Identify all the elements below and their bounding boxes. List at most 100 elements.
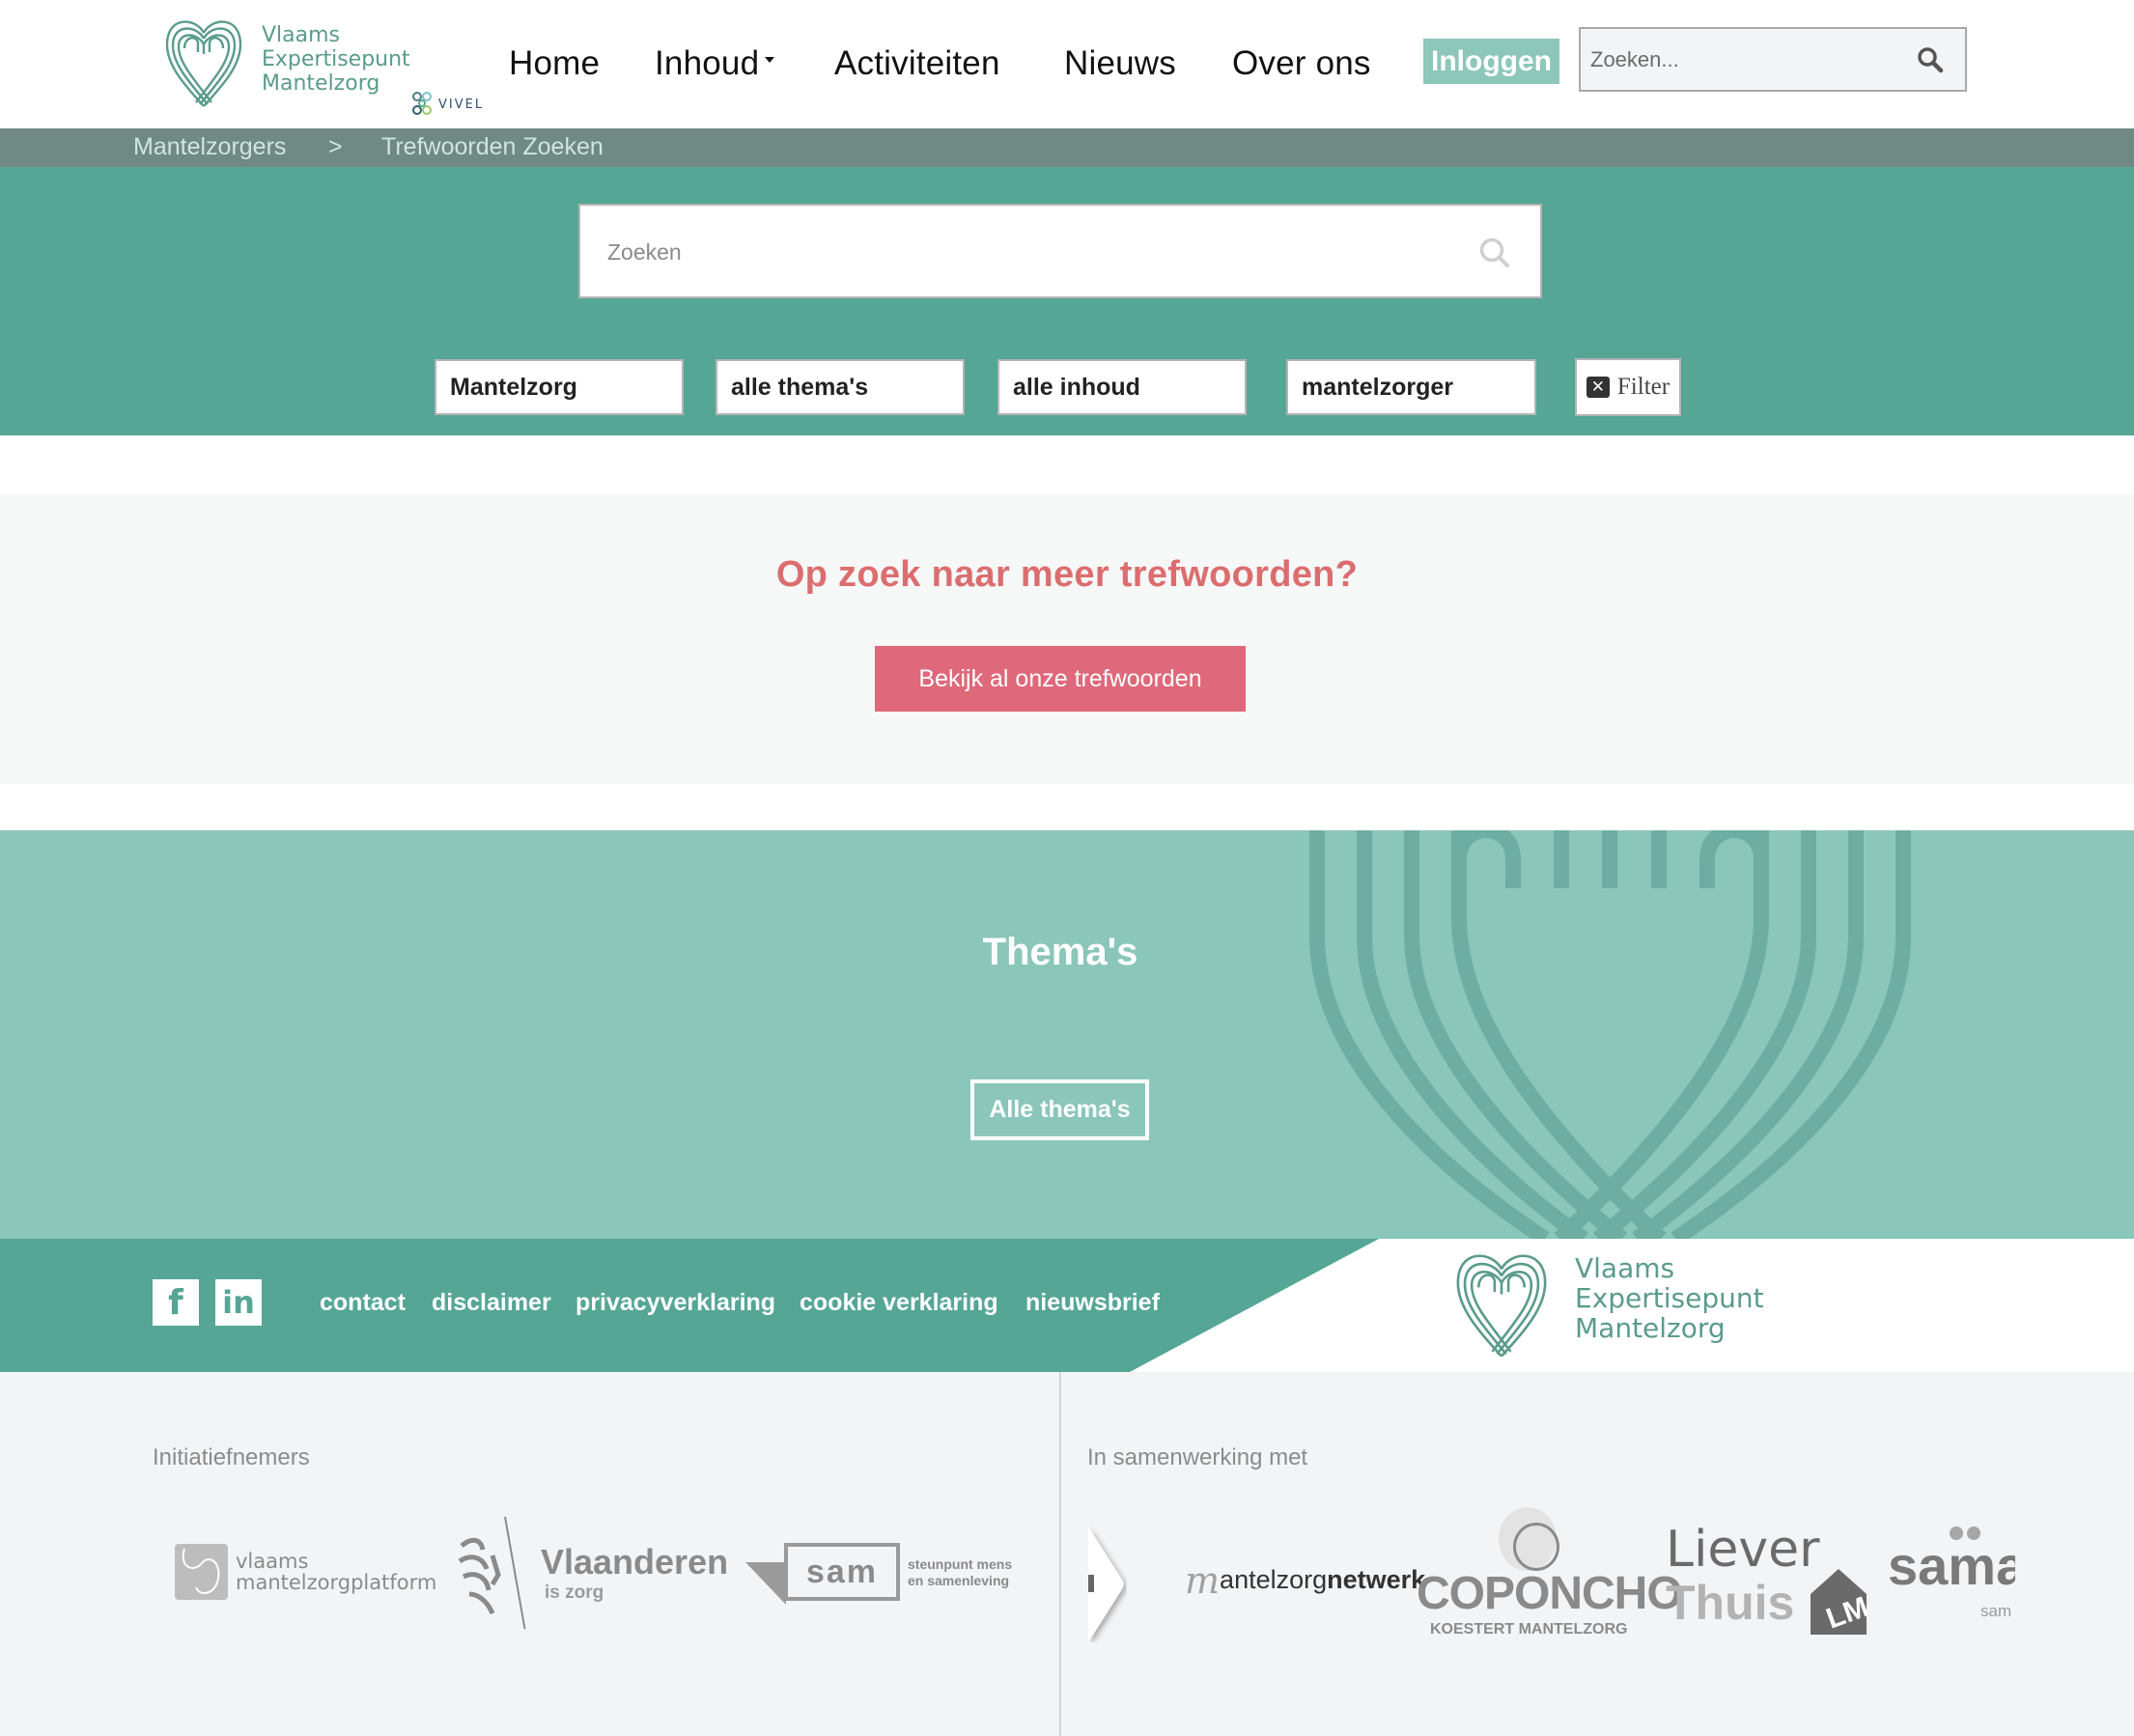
partner-logo-vlaanderen[interactable]: Vlaanderen is zorg [454,1516,728,1633]
mzn-part-1: antelzorg [1220,1565,1328,1594]
header-search [1579,27,1967,92]
liever-label: Liever [1666,1521,1820,1579]
footer-link-privacy[interactable]: privacyverklaring [576,1289,775,1317]
breadcrumb: Mantelzorgers > Trefwoorden Zoeken [0,128,2134,167]
partner-logo-sama[interactable]: sama sam [1888,1526,2015,1633]
vmp-line-2: mantelzorgplatform [236,1571,437,1594]
partners-section: Initiatiefnemers vlaams mantelzorgplatfo… [0,1372,2134,1736]
caret-down-icon [765,56,775,63]
collaborators-label: In samenwerking met [1087,1444,1308,1470]
reset-filter-label: Filter [1616,374,1671,400]
linkedin-icon: in [222,1284,255,1321]
sama-sublabel: sam [1980,1602,2012,1620]
nav-inhoud[interactable]: Inhoud [655,44,775,83]
footer-link-disclaimer[interactable]: disclaimer [432,1289,551,1317]
header-search-input[interactable] [1590,42,1899,77]
carousel-arrow-icon [1088,1526,1124,1642]
sama-label: sama [1888,1535,2015,1596]
nav-activiteiten[interactable]: Activiteiten [834,44,1000,83]
partner-logo-vlaams-mantelzorgplatform[interactable]: vlaams mantelzorgplatform [175,1544,436,1600]
facebook-icon: f [168,1282,183,1323]
lm-house-icon: LM [1811,1569,1872,1636]
coponcho-circle-icon [1513,1523,1559,1571]
nav-over-ons-label: Over ons [1232,44,1371,82]
logo-link[interactable] [163,15,244,113]
filter-doelgroep-select[interactable]: Mantelzorg [435,359,684,415]
sam-line-2: steunpunt mens [908,1556,1013,1572]
filter-trefwoord-value: mantelzorger [1302,373,1453,401]
thuis-label: Thuis [1666,1576,1795,1630]
filter-thema-value: alle thema's [731,373,869,401]
nav-nieuws[interactable]: Nieuws [1064,44,1176,83]
nav-nieuws-label: Nieuws [1064,44,1176,82]
footer-logo-line-3: Mantelzorg [1575,1312,1726,1344]
footer-link-cookies[interactable]: cookie verklaring [800,1289,998,1317]
search-section: Mantelzorg alle thema's alle inhoud mant… [0,167,2134,435]
more-keywords-heading: Op zoek naar meer trefwoorden? [775,554,1359,595]
themas-section: Thema's Alle thema's [0,830,2134,1239]
filter-inhoud-value: alle inhoud [1013,373,1140,401]
footer-heart-logo-icon [1456,1254,1547,1358]
all-themas-button[interactable]: Alle thema's [970,1079,1149,1140]
view-all-keywords-button[interactable]: Bekijk al onze trefwoorden [875,646,1246,712]
footer-link-contact[interactable]: contact [320,1289,406,1317]
vmp-emblem-icon [175,1544,228,1600]
footer-link-newsletter[interactable]: nieuwsbrief [1025,1289,1160,1317]
lion-icon [458,1537,501,1615]
close-box-icon: ✕ [1586,377,1610,398]
filter-trefwoord-select[interactable]: mantelzorger [1286,359,1536,415]
breadcrumb-separator: > [328,133,343,160]
heart-logo-icon [165,20,242,107]
footer-logo-line-1: Vlaams [1575,1252,1675,1284]
vivel-label: VIVEL [438,97,485,112]
coponcho-sublabel: KOESTERT MANTELZORG [1430,1621,1628,1638]
nav-over-ons[interactable]: Over ons [1232,44,1371,83]
footer-logo-text: Vlaams Expertisepunt Mantelzorg [1575,1253,1764,1343]
footer: f in contact disclaimer privacyverklarin… [0,1239,2134,1372]
nav-home[interactable]: Home [509,44,600,83]
filter-doelgroep-value: Mantelzorg [450,373,577,401]
keyword-search [578,204,1542,298]
vlaanderen-sublabel: is zorg [545,1582,604,1603]
partner-logo-coponcho[interactable]: COPONCHO KOESTERT MANTELZORG [1417,1507,1683,1642]
vmp-line-1: vlaams [236,1550,309,1573]
initiators-label: Initiatiefnemers [153,1444,310,1470]
logo-line-3: Mantelzorg [262,71,380,96]
coponcho-label: COPONCHO [1417,1568,1683,1619]
sam-label: sam [784,1543,900,1601]
footer-logo-line-2: Expertisepunt [1575,1282,1764,1314]
nav-inhoud-label: Inhoud [655,44,760,82]
themas-heading: Thema's [982,931,1138,973]
carousel-prev-item[interactable] [1088,1526,1127,1642]
linkedin-link[interactable]: in [215,1279,262,1326]
vivel-flower-icon [412,92,432,115]
breadcrumb-item-current: Trefwoorden Zoeken [381,133,604,160]
search-icon[interactable] [1917,46,1944,78]
reset-filter-button[interactable]: ✕ Filter [1575,358,1681,416]
facebook-link[interactable]: f [153,1279,199,1326]
breadcrumb-item-mantelzorgers[interactable]: Mantelzorgers [133,133,286,161]
vlaanderen-label: Vlaanderen [541,1542,729,1582]
vivel-logo: VIVEL [409,89,484,120]
more-keywords-section: Op zoek naar meer trefwoorden? Bekijk al… [0,494,2134,784]
logo-text: Vlaams Expertisepunt Mantelzorg [262,23,410,96]
search-icon[interactable] [1478,237,1511,274]
heart-decoration-icon [1309,830,1911,1239]
partner-logo-mantelzorgnetwerk[interactable]: m antelzorg netwerk [1185,1559,1426,1602]
sam-line-3: en samenleving [908,1573,1010,1588]
nav-activiteiten-label: Activiteiten [834,44,1000,82]
filter-inhoud-select[interactable]: alle inhoud [997,359,1247,415]
mzn-part-2: netwerk [1327,1565,1426,1594]
logo-line-2: Expertisepunt [262,47,410,71]
login-button[interactable]: Inloggen [1423,39,1559,84]
filter-thema-select[interactable]: alle thema's [716,359,965,415]
mzn-script-m: m [1185,1559,1221,1602]
partners-carousel: m antelzorg netwerk COPONCHO KOESTERT MA… [1088,1507,2015,1700]
partner-logo-liever-thuis[interactable]: Liever Thuis LM [1666,1521,1872,1646]
site-header: Vlaams Expertisepunt Mantelzorg VIVEL Ho… [0,0,2134,128]
keyword-search-input[interactable] [607,233,1438,271]
nav-home-label: Home [509,44,601,82]
partners-divider [1059,1372,1061,1736]
partner-logo-sam[interactable]: sam steunpunt mens en samenleving [745,1543,1025,1605]
logo-line-1: Vlaams [262,23,341,47]
